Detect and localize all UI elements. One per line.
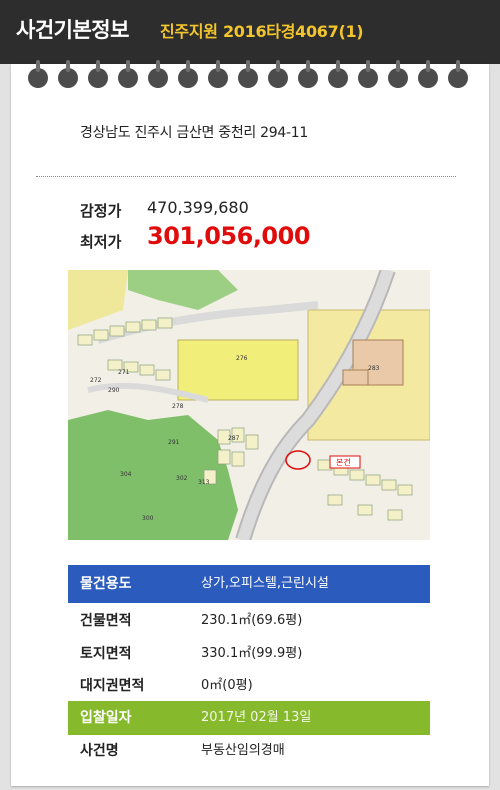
detail-value: 2017년 02월 13일 xyxy=(201,710,312,725)
header-bar: 사건기본정보 진주지원 2016타경4067(1) xyxy=(0,0,500,64)
binder-ring xyxy=(298,60,318,88)
lot-number: 313 xyxy=(198,479,210,486)
lot-number: 300 xyxy=(142,515,154,522)
cadastral-map[interactable]: 276 271 272 278 290 291 287 304 302 300 … xyxy=(68,270,430,540)
binder-ring xyxy=(28,60,48,88)
min-bid-label: 최저가 xyxy=(80,233,122,251)
detail-value: 330.1㎡(99.9평) xyxy=(201,646,303,661)
binder-ring xyxy=(238,60,258,88)
detail-row-building-area: 건물면적 230.1㎡(69.6평) xyxy=(68,604,430,638)
binder-ring xyxy=(118,60,138,88)
detail-value: 0㎡(0평) xyxy=(201,678,253,693)
appraisal-label: 감정가 xyxy=(80,202,122,220)
binder-ring xyxy=(58,60,78,88)
detail-row-usage: 물건용도 상가,오피스텔,근린시설 xyxy=(68,565,430,603)
map-graphic: 276 271 272 278 290 291 287 304 302 300 … xyxy=(68,270,430,540)
lot-number: 271 xyxy=(118,369,130,376)
detail-row-land-area: 토지면적 330.1㎡(99.9평) xyxy=(68,637,430,671)
detail-value: 상가,오피스텔,근린시설 xyxy=(201,576,329,591)
page-title: 사건기본정보 xyxy=(16,18,129,42)
lot-number: 302 xyxy=(176,475,188,482)
binder-ring xyxy=(328,60,348,88)
lot-number: 287 xyxy=(228,435,240,442)
detail-row-case-name: 사건명 부동산임의경매 xyxy=(68,734,430,768)
detail-row-land-right-area: 대지권면적 0㎡(0평) xyxy=(68,669,430,703)
binder-ring xyxy=(208,60,228,88)
lot-number: 278 xyxy=(172,403,184,410)
subject-label: 본건 xyxy=(336,457,351,467)
detail-label: 토지면적 xyxy=(80,646,132,662)
detail-label: 건물면적 xyxy=(80,613,132,629)
detail-label: 물건용도 xyxy=(80,576,132,592)
binder-rings xyxy=(28,60,468,88)
lot-number: 272 xyxy=(90,377,102,384)
lot-number: 283 xyxy=(368,365,380,372)
binder-ring xyxy=(418,60,438,88)
lot-number: 276 xyxy=(236,355,248,362)
lot-number: 291 xyxy=(168,439,180,446)
detail-label: 입찰일자 xyxy=(80,710,132,726)
binder-ring xyxy=(448,60,468,88)
binder-ring xyxy=(148,60,168,88)
detail-value: 230.1㎡(69.6평) xyxy=(201,613,303,628)
detail-row-bid-date: 입찰일자 2017년 02월 13일 xyxy=(68,701,430,735)
min-bid-value: 301,056,000 xyxy=(147,222,311,250)
binder-ring xyxy=(358,60,378,88)
binder-ring xyxy=(178,60,198,88)
detail-label: 사건명 xyxy=(80,743,119,759)
lot-number: 304 xyxy=(120,471,132,478)
appraisal-value: 470,399,680 xyxy=(147,198,249,217)
case-number: 진주지원 2016타경4067(1) xyxy=(160,22,364,41)
binder-ring xyxy=(388,60,408,88)
dotted-divider xyxy=(36,176,456,177)
binder-ring xyxy=(88,60,108,88)
detail-label: 대지권면적 xyxy=(80,678,145,694)
property-address: 경상남도 진주시 금산면 중천리 294-11 xyxy=(80,125,308,141)
detail-value: 부동산임의경매 xyxy=(201,743,285,758)
lot-number: 290 xyxy=(108,387,120,394)
binder-ring xyxy=(268,60,288,88)
